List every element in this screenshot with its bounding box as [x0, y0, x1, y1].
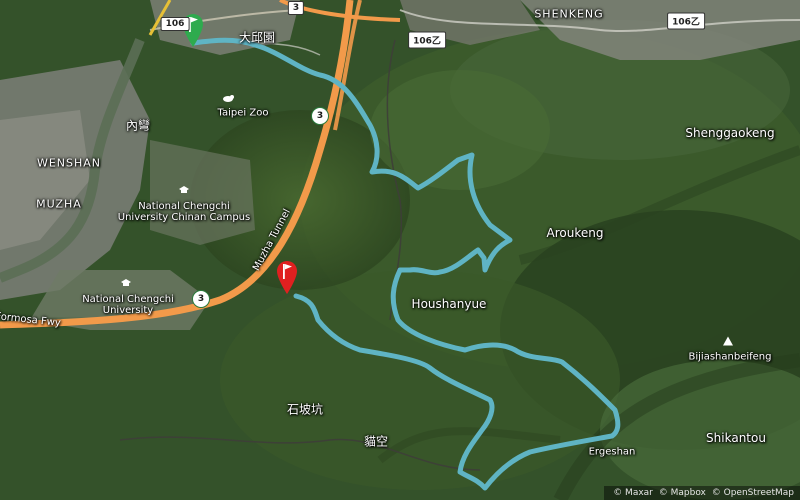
place-label-shenggaokeng: Shenggaokeng [685, 126, 775, 140]
peak-icon [723, 336, 733, 346]
place-label-nccu-chinan: National Chengchi University Chinan Camp… [117, 201, 251, 223]
place-label-taipei-zoo: Taipei Zoo [217, 107, 269, 119]
map-view[interactable]: SHENKENG 大邱園 內彎 WENSHAN MUZHA Taipei Zoo… [0, 0, 800, 500]
place-label-neiwan: 內彎 [125, 118, 151, 133]
attribution-maxar[interactable]: © Maxar [613, 488, 653, 498]
place-label-ergeshan: Ergeshan [588, 446, 636, 458]
university-icon [179, 186, 189, 193]
place-label-maokong: 貓空 [363, 434, 389, 449]
place-label-muzha: MUZHA [36, 197, 82, 211]
road-shield-3: 3 [287, 1, 305, 15]
highway-3-marker: 3 [192, 290, 210, 308]
place-label-aroukeng: Aroukeng [546, 226, 604, 240]
place-label-shikantou: Shikantou [706, 431, 766, 445]
attribution-mapbox[interactable]: © Mapbox [659, 488, 706, 498]
place-label-shipokeng: 石坡坑 [286, 402, 324, 417]
place-label-houshanyue: Houshanyue [411, 297, 487, 311]
end-flag-marker[interactable] [275, 259, 299, 295]
place-label-nccu: National Chengchi University [82, 294, 174, 316]
road-shield-106yi: 106乙 [667, 12, 705, 30]
satellite-basemap [0, 0, 800, 500]
attribution-osm[interactable]: © OpenStreetMap [712, 488, 794, 498]
road-shield-106yi: 106乙 [408, 31, 446, 49]
place-label-da-qiu-yuan: 大邱園 [238, 30, 276, 45]
place-label-bijiashanbeifeng: Bijiashanbeifeng [688, 351, 772, 363]
university-icon [121, 279, 131, 286]
map-attribution: © Maxar © Mapbox © OpenStreetMap [604, 486, 800, 500]
place-label-wenshan: WENSHAN [36, 156, 102, 170]
zoo-icon [223, 95, 234, 102]
road-shield-106: 106 [160, 17, 190, 31]
place-label-shenkeng: SHENKENG [534, 7, 604, 21]
highway-3-marker: 3 [311, 107, 329, 125]
